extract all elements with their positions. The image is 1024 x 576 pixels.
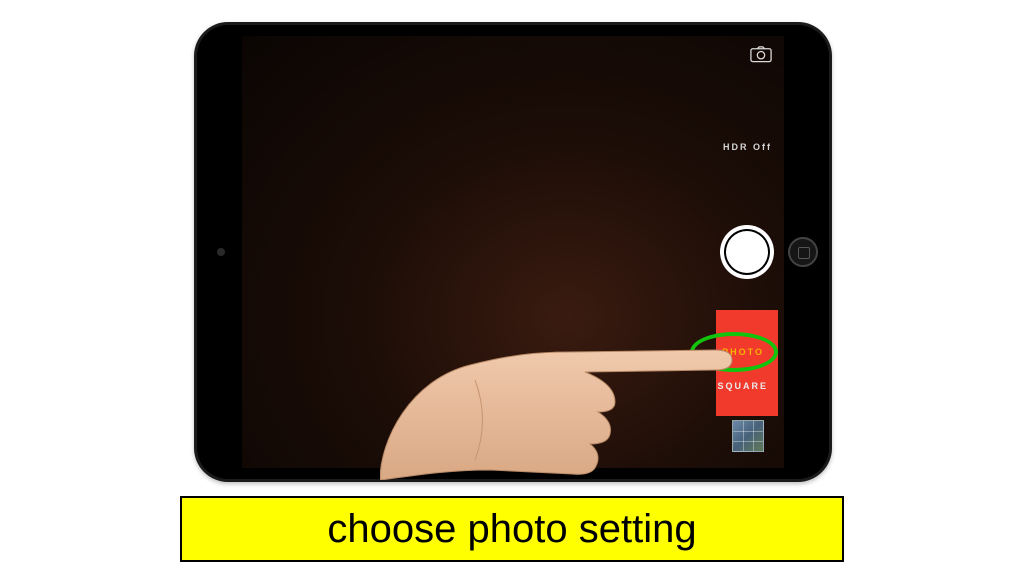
last-photo-thumbnail[interactable]: [732, 420, 764, 452]
shutter-button[interactable]: [724, 229, 770, 275]
hdr-toggle[interactable]: HDR Off: [723, 142, 772, 152]
mode-square[interactable]: SQUARE: [717, 381, 768, 391]
mode-photo[interactable]: PHOTO: [722, 347, 764, 357]
camera-screen: HDR Off PHOTO SQUARE: [242, 36, 784, 468]
ipad-device: HDR Off PHOTO SQUARE: [194, 22, 832, 482]
flip-camera-icon[interactable]: [750, 46, 772, 63]
highlight-box: [716, 310, 778, 416]
instruction-caption: choose photo setting: [180, 496, 844, 562]
home-button[interactable]: [788, 237, 818, 267]
front-camera-dot: [217, 248, 225, 256]
